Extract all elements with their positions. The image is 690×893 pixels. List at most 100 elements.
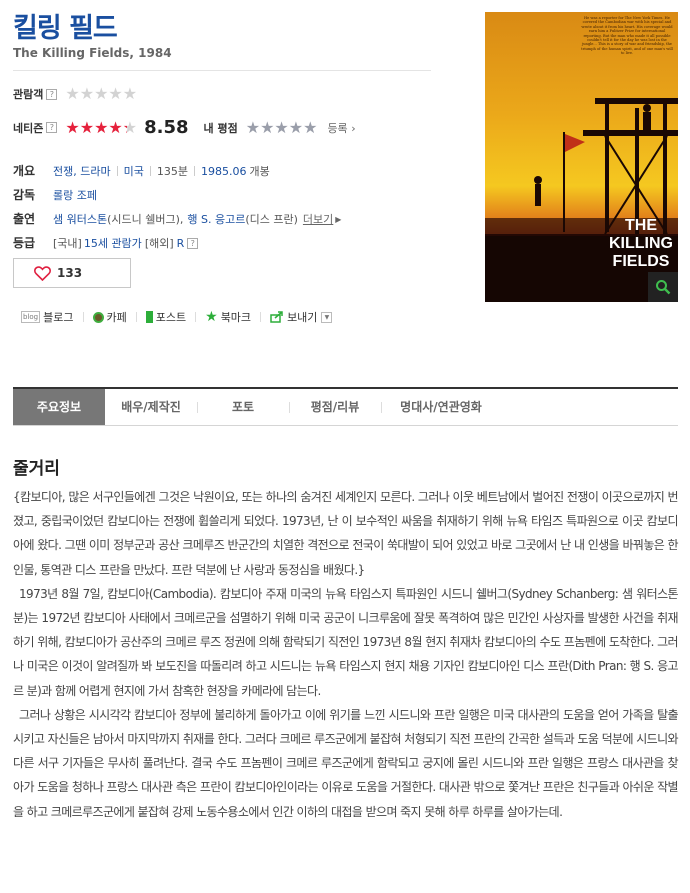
help-icon[interactable]: ? xyxy=(187,237,199,249)
divider xyxy=(260,312,262,322)
netizen-rating-row: 네티즌 ? ★ ★ ★ ★ ★ 8.58 내 평점 ★ ★ ★ ★ ★ 등록 › xyxy=(13,117,356,138)
like-button[interactable]: 133 xyxy=(13,258,131,288)
star-icon[interactable]: ★ xyxy=(289,119,303,136)
star-icon[interactable]: ★ xyxy=(303,119,317,136)
netizen-stars: ★ ★ ★ ★ ★ xyxy=(65,117,138,137)
divider xyxy=(135,312,137,322)
my-rating-stars[interactable]: ★ ★ ★ ★ ★ xyxy=(246,119,318,136)
share-bar: blog 블로그 카페 포스트 ★ 북마크 보내기 ▼ xyxy=(21,309,333,325)
blog-icon: blog xyxy=(21,311,41,323)
audience-rating-row: 관람객 ? ★ ★ ★ ★ ★ xyxy=(13,86,137,102)
genre-link[interactable]: 전쟁, 드라마 xyxy=(53,163,111,179)
triangle-right-icon: ▶ xyxy=(335,214,342,224)
poster-title-line-1: THE xyxy=(625,217,657,234)
magnifier-icon xyxy=(656,280,671,295)
register-rating-link[interactable]: 등록 › xyxy=(327,120,355,136)
overview-value: 전쟁, 드라마 미국 135분 1985.06 개봉 xyxy=(53,163,270,179)
star-icon: ★ xyxy=(65,84,80,103)
bookmark-label: 북마크 xyxy=(220,311,252,324)
release-suffix: 개봉 xyxy=(249,165,270,178)
synopsis-title: 줄거리 xyxy=(13,459,60,479)
star-icon: ★ xyxy=(122,117,138,137)
cast-link-1[interactable]: 샘 워터스톤 xyxy=(53,211,107,227)
more-label: 더보기 xyxy=(302,213,334,226)
release-date-link[interactable]: 1985.06 xyxy=(201,165,247,178)
chevron-right-icon: › xyxy=(351,121,356,135)
share-post-button[interactable]: 포스트 xyxy=(145,309,187,325)
divider xyxy=(149,166,151,176)
share-blog-button[interactable]: blog 블로그 xyxy=(21,309,74,325)
divider xyxy=(13,70,431,71)
send-label: 보내기 xyxy=(287,311,318,324)
movie-title: 킬링 필드 xyxy=(13,13,118,44)
star-icon[interactable]: ★ xyxy=(274,119,288,136)
tab-quotes-related[interactable]: 명대사/연관영화 xyxy=(381,389,501,425)
audience-label: 관람객 xyxy=(13,88,44,101)
my-rating-label: 내 평점 xyxy=(203,121,238,135)
star-icon[interactable]: ★ xyxy=(260,119,274,136)
overview-label: 개요 xyxy=(13,164,36,178)
star-icon: ★ xyxy=(94,84,109,103)
zoom-button[interactable] xyxy=(648,272,678,302)
synopsis-body: {캄보디아, 많은 서구인들에겐 그것은 낙원이요, 또는 하나의 숨겨진 세계… xyxy=(13,485,679,824)
star-icon: ★ xyxy=(79,84,95,103)
tab-reviews[interactable]: 평점/리뷰 xyxy=(289,389,381,425)
help-icon[interactable]: ? xyxy=(46,88,58,100)
star-icon: ★ xyxy=(79,117,95,137)
cast-link-2[interactable]: 행 S. 응고르 xyxy=(187,211,245,227)
poster-title-line-3: FIELDS xyxy=(613,253,670,270)
synopsis-paragraph: {캄보디아, 많은 서구인들에겐 그것은 낙원이요, 또는 하나의 숨겨진 세계… xyxy=(13,490,679,577)
star-icon: ★ xyxy=(65,117,80,137)
share-blog-label: 블로그 xyxy=(43,311,74,324)
heart-icon xyxy=(34,265,51,281)
movie-poster[interactable]: He was a reporter for The New York Times… xyxy=(485,12,678,302)
share-post-label: 포스트 xyxy=(155,311,187,324)
poster-title-line-2: KILLING xyxy=(609,235,673,252)
grade-kr-prefix: [국내] xyxy=(53,237,82,250)
synopsis-paragraph: 그러나 상황은 시시각각 캄보디아 정부에 불리하게 돌아가고 이에 위기를 느… xyxy=(13,707,679,819)
poster-image: He was a reporter for The New York Times… xyxy=(485,12,678,302)
grade-intl-prefix: [해외] xyxy=(144,237,174,250)
star-icon: ★ xyxy=(108,84,123,103)
help-icon[interactable]: ? xyxy=(46,122,58,133)
country-link[interactable]: 미국 xyxy=(124,163,144,179)
grade-label: 등급 xyxy=(13,236,36,250)
poster-quote: He was a reporter for The New York Times… xyxy=(581,16,673,56)
star-icon: ★ xyxy=(94,117,109,137)
director-label: 감독 xyxy=(13,188,36,202)
divider xyxy=(116,166,118,176)
star-icon: ★ xyxy=(122,84,138,103)
audience-stars: ★ ★ ★ ★ ★ xyxy=(65,86,137,102)
cafe-icon xyxy=(92,311,104,323)
star-icon: ★ xyxy=(108,117,123,137)
netizen-label: 네티즌 xyxy=(13,121,44,135)
post-icon xyxy=(145,311,153,323)
more-cast-link[interactable]: 더보기 xyxy=(303,211,333,227)
share-cafe-button[interactable]: 카페 xyxy=(92,309,127,325)
grade-intl-link[interactable]: R xyxy=(177,237,185,250)
send-icon xyxy=(270,311,283,323)
movie-subtitle: The Killing Fields, 1984 xyxy=(13,46,172,60)
share-cafe-label: 카페 xyxy=(106,311,127,324)
star-icon: ★ xyxy=(205,309,218,325)
bookmark-button[interactable]: ★ 북마크 xyxy=(205,309,251,325)
divider xyxy=(193,166,195,176)
director-value: 롤랑 조페 xyxy=(53,187,97,203)
grade-kr-link[interactable]: 15세 관람가 xyxy=(84,235,142,251)
grade-value: [국내] 15세 관람가 [해외] R ? xyxy=(53,235,199,251)
divider xyxy=(195,312,197,322)
divider xyxy=(82,312,84,322)
cast-label: 출연 xyxy=(13,212,36,226)
star-icon[interactable]: ★ xyxy=(246,119,260,136)
dropdown-icon[interactable]: ▼ xyxy=(321,311,333,323)
runtime: 135분 xyxy=(156,165,188,178)
tab-photo[interactable]: 포토 xyxy=(197,389,289,425)
cast-role-1: (시드니 쉘버그), xyxy=(107,213,184,226)
synopsis-paragraph: 1973년 8월 7일, 캄보디아(Cambodia). 캄보디아 주재 미국의… xyxy=(13,586,679,698)
tab-cast-crew[interactable]: 배우/제작진 xyxy=(105,389,197,425)
netizen-score: 8.58 xyxy=(144,117,189,138)
director-link[interactable]: 롤랑 조페 xyxy=(53,187,97,203)
send-button[interactable]: 보내기 ▼ xyxy=(270,309,333,325)
tab-main-info[interactable]: 주요정보 xyxy=(13,389,105,425)
like-count: 133 xyxy=(57,266,83,280)
